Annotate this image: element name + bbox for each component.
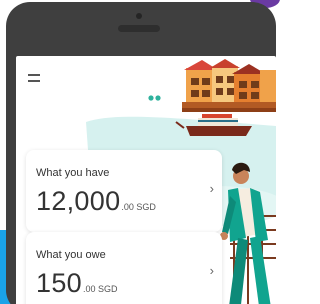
what-you-owe-amount-minor: .00 SGD (82, 284, 118, 294)
phone-screen: What you have 12,000.00 SGD › What you o… (16, 56, 276, 304)
phone-frame: What you have 12,000.00 SGD › What you o… (6, 2, 276, 304)
what-you-have-amount-major: 12,000 (36, 186, 121, 216)
chevron-right-icon[interactable]: › (210, 181, 214, 196)
what-you-have-card[interactable]: What you have 12,000.00 SGD › (26, 150, 222, 232)
what-you-have-label: What you have (36, 167, 110, 179)
what-you-owe-card[interactable]: What you owe 150.00 SGD › (26, 232, 222, 304)
what-you-owe-amount: 150.00 SGD (36, 268, 117, 299)
chevron-right-icon[interactable]: › (210, 263, 214, 278)
what-you-owe-amount-major: 150 (36, 268, 82, 298)
front-camera (136, 13, 142, 19)
what-you-have-amount-minor: .00 SGD (121, 202, 156, 212)
hamburger-menu-icon[interactable] (28, 74, 40, 82)
phone-speaker (118, 25, 160, 32)
what-you-owe-label: What you owe (36, 249, 106, 261)
what-you-have-amount: 12,000.00 SGD (36, 186, 156, 217)
